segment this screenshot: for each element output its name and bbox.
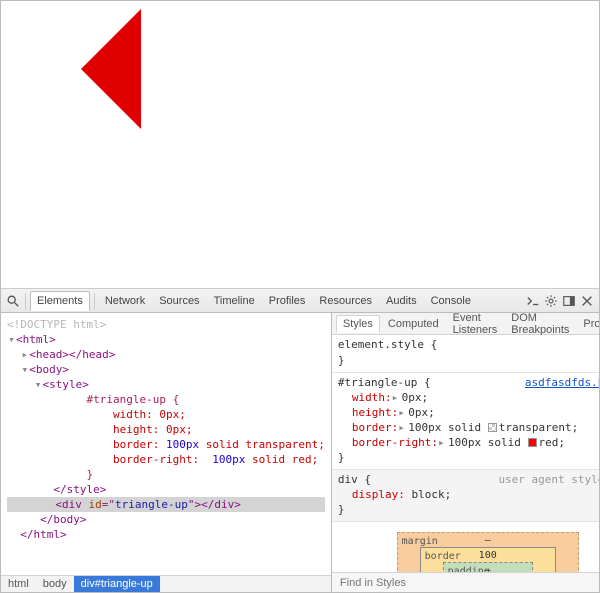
tab-sources[interactable]: Sources	[153, 292, 205, 310]
dom-node[interactable]: <body>	[29, 363, 69, 376]
box-model-diagram: margin – – – – border 100 100 100 100	[332, 522, 600, 572]
dom-doctype: <!DOCTYPE html>	[7, 318, 106, 331]
breadcrumb-item-body[interactable]: body	[36, 576, 74, 592]
expand-icon[interactable]: ▸	[438, 435, 446, 450]
styles-tabbar: Styles Computed Event Listeners DOM Brea…	[332, 313, 600, 335]
find-in-styles-bar	[332, 572, 600, 592]
search-icon[interactable]	[5, 293, 21, 309]
expand-icon[interactable]: ▸	[398, 405, 406, 420]
rule-source-ua: user agent stylesheet	[498, 472, 600, 487]
rule-selector: element.style {	[338, 337, 437, 353]
css-declaration: display: block;	[338, 487, 600, 502]
css-declaration[interactable]: height:▸0px;	[338, 405, 600, 420]
css-declaration[interactable]: border-right:▸100px solid red;	[338, 435, 600, 450]
twisty-icon[interactable]: ▾	[34, 377, 43, 392]
tab-timeline[interactable]: Timeline	[208, 292, 261, 310]
color-swatch-red[interactable]	[528, 438, 537, 447]
breadcrumb-item-div[interactable]: div#triangle-up	[74, 576, 160, 592]
tab-console[interactable]: Console	[425, 292, 477, 310]
dom-node[interactable]: <head></head>	[29, 348, 115, 361]
box-model-value: 100	[479, 548, 497, 563]
rendered-triangle	[81, 9, 141, 129]
dom-node[interactable]: </html>	[20, 528, 66, 541]
style-rule-triangle-up[interactable]: #triangle-up { asdfasdfds.html:5 width:▸…	[332, 373, 600, 470]
color-swatch-transparent[interactable]	[488, 423, 497, 432]
dock-icon[interactable]	[561, 293, 577, 309]
find-in-styles-input[interactable]	[338, 576, 600, 590]
style-rule-element-style[interactable]: element.style { ＋ }	[332, 335, 600, 373]
tab-elements[interactable]: Elements	[30, 291, 90, 311]
style-rule-user-agent[interactable]: div { user agent stylesheet display: blo…	[332, 470, 600, 522]
breadcrumb-item-html[interactable]: html	[1, 576, 36, 592]
subtab-properties[interactable]: Properties	[577, 316, 600, 332]
console-drawer-icon[interactable]	[525, 293, 541, 309]
page-viewport	[1, 1, 599, 289]
twisty-icon[interactable]: ▾	[20, 362, 29, 377]
tab-resources[interactable]: Resources	[313, 292, 378, 310]
css-text: height: 0px;	[7, 422, 325, 437]
rule-close-brace: }	[338, 353, 600, 368]
css-text: }	[7, 467, 325, 482]
expand-icon[interactable]: ▸	[392, 390, 400, 405]
css-declaration[interactable]: border:▸100px solid transparent;	[338, 420, 600, 435]
breadcrumb: html body div#triangle-up	[1, 575, 331, 592]
close-icon[interactable]	[579, 293, 595, 309]
subtab-computed[interactable]: Computed	[382, 316, 445, 332]
dom-node-selected[interactable]: <div id="triangle-up"></div>	[7, 497, 325, 512]
gear-icon[interactable]	[543, 293, 559, 309]
box-model-padding-label: padding	[448, 564, 490, 572]
tab-network[interactable]: Network	[99, 292, 151, 310]
subtab-dom-breakpoints[interactable]: DOM Breakpoints	[505, 310, 575, 338]
dom-tree[interactable]: <!DOCTYPE html> ▾<html> ▸<head></head> ▾…	[1, 313, 331, 575]
rule-close-brace: }	[338, 502, 600, 517]
styles-panel: element.style { ＋ } #triangle-up { asd	[332, 335, 600, 572]
css-text: #triangle-up {	[7, 392, 325, 407]
expand-icon[interactable]: ▸	[398, 420, 406, 435]
rule-selector: #triangle-up {	[338, 375, 431, 390]
dom-node[interactable]: </style>	[53, 483, 106, 496]
rule-source-link[interactable]: asdfasdfds.html:5	[525, 375, 600, 390]
subtab-styles[interactable]: Styles	[336, 315, 380, 333]
css-declaration[interactable]: width:▸0px;	[338, 390, 600, 405]
dom-node[interactable]: <style>	[43, 378, 89, 391]
tab-audits[interactable]: Audits	[380, 292, 423, 310]
rule-selector: div {	[338, 472, 371, 487]
subtab-event-listeners[interactable]: Event Listeners	[447, 310, 504, 338]
twisty-icon[interactable]: ▾	[7, 332, 16, 347]
css-text: border-right: 100px solid red;	[7, 452, 325, 467]
css-text: width: 0px;	[7, 407, 325, 422]
tab-profiles[interactable]: Profiles	[263, 292, 312, 310]
box-model-value: –	[485, 563, 491, 572]
dom-node[interactable]: <html>	[16, 333, 56, 346]
dom-node[interactable]: </body>	[40, 513, 86, 526]
css-text: border: 100px solid transparent;	[7, 437, 325, 452]
box-model-value: –	[485, 533, 491, 548]
rule-close-brace: }	[338, 450, 600, 465]
twisty-icon[interactable]: ▸	[20, 347, 29, 362]
